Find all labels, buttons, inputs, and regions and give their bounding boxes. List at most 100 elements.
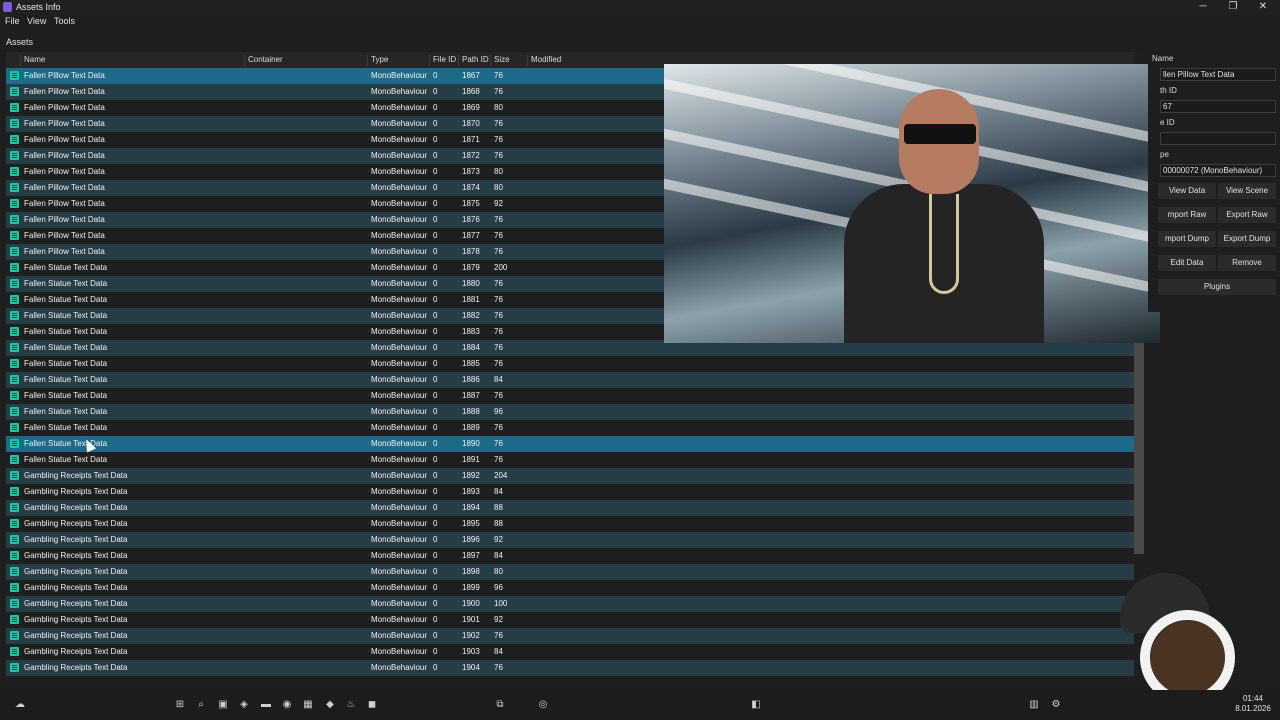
store-icon[interactable]: ▦ — [302, 699, 314, 711]
table-row[interactable]: Gambling Receipts Text Data MonoBehaviour… — [6, 484, 1134, 500]
minimize-button[interactable]: ─ — [1188, 0, 1218, 15]
table-row[interactable]: Gambling Receipts Text Data MonoBehaviour… — [6, 660, 1134, 676]
cell-path-id: 1895 — [462, 519, 480, 528]
cell-type: MonoBehaviour — [371, 359, 428, 368]
cell-path-id: 1893 — [462, 487, 480, 496]
cell-file-id: 0 — [433, 151, 438, 160]
app-icon-2[interactable]: ◼ — [366, 699, 378, 711]
cell-size: 76 — [494, 391, 503, 400]
table-row[interactable]: Gambling Receipts Text Data MonoBehaviour… — [6, 564, 1134, 580]
menu-view[interactable]: View — [27, 16, 46, 26]
cell-type: MonoBehaviour — [371, 119, 428, 128]
name-field[interactable]: llen Pillow Text Data — [1160, 68, 1276, 81]
col-container[interactable]: Container — [244, 55, 283, 67]
type-field[interactable]: 00000072 (MonoBehaviour) — [1160, 164, 1276, 177]
cell-path-id: 1894 — [462, 503, 480, 512]
cell-name: Gambling Receipts Text Data — [24, 567, 128, 576]
view-scene-button[interactable]: View Scene — [1218, 183, 1276, 199]
search-icon[interactable]: ⌕ — [195, 699, 207, 711]
assets-label: Assets — [6, 37, 34, 47]
cell-file-id: 0 — [433, 103, 438, 112]
cell-type: MonoBehaviour — [371, 567, 428, 576]
maximize-button[interactable]: ❐ — [1218, 0, 1248, 15]
table-row[interactable]: Fallen Statue Text Data MonoBehaviour 0 188… — [6, 404, 1134, 420]
table-row[interactable]: Gambling Receipts Text Data MonoBehaviour… — [6, 516, 1134, 532]
remove-button[interactable]: Remove — [1218, 255, 1276, 271]
view-data-button[interactable]: View Data — [1158, 183, 1216, 199]
table-row[interactable]: Fallen Statue Text Data MonoBehaviour 0 189… — [6, 452, 1134, 468]
cell-size: 76 — [494, 231, 503, 240]
plugins-button[interactable]: Plugins — [1158, 279, 1276, 295]
export-raw-button[interactable]: Export Raw — [1218, 207, 1276, 223]
assets-app-icon[interactable]: ▥ — [1028, 699, 1040, 711]
col-type[interactable]: Type — [367, 55, 388, 67]
task-view-icon[interactable]: ▣ — [217, 699, 229, 711]
file-explorer-icon[interactable]: ▬ — [260, 699, 272, 711]
clock-date: 8.01.2026 — [1235, 704, 1271, 713]
cell-file-id: 0 — [433, 327, 438, 336]
cell-name: Fallen Statue Text Data — [24, 343, 108, 352]
cell-name: Fallen Pillow Text Data — [24, 183, 105, 192]
weather-icon[interactable]: ☁ — [14, 699, 26, 711]
mono-behaviour-icon — [10, 167, 19, 176]
path-id-field[interactable]: 67 — [1160, 100, 1276, 113]
mono-behaviour-icon — [10, 599, 19, 608]
cell-name: Fallen Statue Text Data — [24, 391, 108, 400]
cell-file-id: 0 — [433, 519, 438, 528]
chrome-icon[interactable]: ◎ — [537, 699, 549, 711]
import-raw-button[interactable]: mport Raw — [1158, 207, 1216, 223]
table-row[interactable]: Fallen Statue Text Data MonoBehaviour 0 188… — [6, 388, 1134, 404]
col-modified[interactable]: Modified — [527, 55, 561, 67]
mono-behaviour-icon — [10, 343, 19, 352]
steam-icon[interactable]: ♨ — [345, 699, 357, 711]
table-row[interactable]: Fallen Statue Text Data MonoBehaviour 0 189… — [6, 436, 1134, 452]
col-path-id[interactable]: Path ID — [458, 55, 489, 67]
edge-icon[interactable]: ◉ — [281, 699, 293, 711]
table-row[interactable]: Gambling Receipts Text Data MonoBehaviour… — [6, 580, 1134, 596]
cell-name: Fallen Statue Text Data — [24, 263, 108, 272]
table-row[interactable]: Gambling Receipts Text Data MonoBehaviour… — [6, 500, 1134, 516]
cell-path-id: 1873 — [462, 167, 480, 176]
cell-path-id: 1882 — [462, 311, 480, 320]
vscode-icon[interactable]: ⧉ — [494, 699, 506, 711]
table-row[interactable]: Gambling Receipts Text Data MonoBehaviour… — [6, 644, 1134, 660]
cell-file-id: 0 — [433, 279, 438, 288]
col-size[interactable]: Size — [490, 55, 510, 67]
table-row[interactable]: Gambling Receipts Text Data MonoBehaviour… — [6, 612, 1134, 628]
import-dump-button[interactable]: mport Dump — [1158, 231, 1216, 247]
cell-size: 76 — [494, 295, 503, 304]
cell-size: 96 — [494, 407, 503, 416]
table-row[interactable]: Gambling Receipts Text Data MonoBehaviour… — [6, 468, 1134, 484]
table-row[interactable]: Fallen Statue Text Data MonoBehaviour 0 188… — [6, 372, 1134, 388]
start-icon[interactable]: ⊞ — [174, 699, 186, 711]
menu-tools[interactable]: Tools — [54, 16, 75, 26]
file-id-field[interactable] — [1160, 132, 1276, 145]
cell-name: Fallen Statue Text Data — [24, 279, 108, 288]
cell-file-id: 0 — [433, 599, 438, 608]
col-file-id[interactable]: File ID — [429, 55, 456, 67]
app-icon-1[interactable]: ◆ — [324, 699, 336, 711]
cell-path-id: 1872 — [462, 151, 480, 160]
cell-name: Fallen Statue Text Data — [24, 407, 108, 416]
mono-behaviour-icon — [10, 455, 19, 464]
cell-path-id: 1879 — [462, 263, 480, 272]
app-icon-3[interactable]: ◧ — [750, 699, 762, 711]
cell-name: Fallen Statue Text Data — [24, 327, 108, 336]
table-row[interactable]: Fallen Statue Text Data MonoBehaviour 0 188… — [6, 356, 1134, 372]
clock[interactable]: 01:44 8.01.2026 — [1228, 694, 1278, 714]
table-row[interactable]: Fallen Statue Text Data MonoBehaviour 0 188… — [6, 420, 1134, 436]
edit-data-button[interactable]: Edit Data — [1158, 255, 1216, 271]
cell-name: Fallen Pillow Text Data — [24, 215, 105, 224]
cell-type: MonoBehaviour — [371, 615, 428, 624]
widgets-icon[interactable]: ◈ — [238, 699, 250, 711]
close-button[interactable]: ✕ — [1248, 0, 1278, 15]
cell-name: Fallen Statue Text Data — [24, 295, 108, 304]
table-row[interactable]: Gambling Receipts Text Data MonoBehaviour… — [6, 596, 1134, 612]
table-row[interactable]: Gambling Receipts Text Data MonoBehaviour… — [6, 532, 1134, 548]
table-row[interactable]: Gambling Receipts Text Data MonoBehaviour… — [6, 548, 1134, 564]
menu-file[interactable]: File — [5, 16, 20, 26]
col-name[interactable]: Name — [20, 55, 45, 67]
table-row[interactable]: Gambling Receipts Text Data MonoBehaviour… — [6, 628, 1134, 644]
export-dump-button[interactable]: Export Dump — [1218, 231, 1276, 247]
tray-icon[interactable]: ⚙ — [1050, 699, 1062, 711]
